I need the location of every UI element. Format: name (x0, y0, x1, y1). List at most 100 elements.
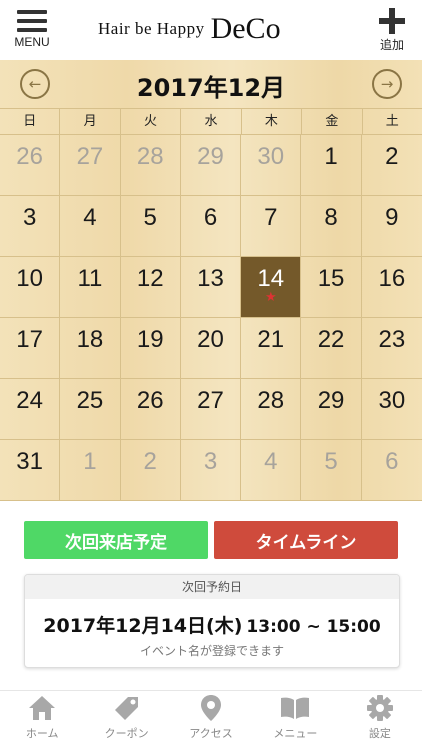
app-logo: Hair be Happy DeCo (98, 12, 328, 52)
calendar-day[interactable]: 28 (120, 135, 181, 196)
calendar-day[interactable]: 1 (301, 135, 362, 196)
logo-name: DeCo (210, 12, 281, 45)
day-number: 9 (385, 204, 399, 231)
timeline-button[interactable]: タイムライン (214, 521, 398, 559)
day-number: 4 (83, 204, 97, 231)
calendar-day[interactable]: 29 (180, 135, 242, 196)
map-pin-icon (169, 691, 253, 725)
day-number: 16 (378, 265, 406, 292)
calendar-day[interactable]: 24 (0, 379, 61, 440)
calendar-day[interactable]: 25 (60, 379, 121, 440)
calendar-day[interactable]: 5 (120, 196, 181, 257)
calendar-day[interactable]: 16 (361, 257, 422, 318)
day-number: 3 (22, 204, 37, 231)
calendar-day[interactable]: 3 (180, 440, 242, 501)
day-number: 21 (257, 326, 285, 353)
calendar-day[interactable]: 18 (60, 318, 121, 379)
day-number: 2 (143, 448, 157, 475)
calendar-day[interactable]: 21 (241, 318, 302, 379)
next-visit-button[interactable]: 次回来店予定 (24, 521, 208, 559)
day-number: 29 (317, 387, 345, 414)
weekday-label: 木 (242, 109, 303, 135)
calendar-day[interactable]: 30 (241, 135, 302, 196)
menu-button[interactable]: MENU (8, 6, 56, 54)
arrow-right-icon: → (380, 75, 394, 93)
event-star-icon: ★ (264, 289, 277, 304)
day-number: 11 (77, 265, 103, 292)
day-number: 8 (324, 204, 338, 231)
calendar-day[interactable]: 10 (0, 257, 61, 318)
calendar-day[interactable]: 28 (241, 379, 302, 440)
calendar-day[interactable]: 2 (361, 135, 422, 196)
calendar-day[interactable]: 23 (361, 318, 422, 379)
weekday-label: 土 (385, 114, 399, 129)
calendar-day[interactable]: 22 (301, 318, 362, 379)
calendar-day[interactable]: 26 (120, 379, 181, 440)
calendar-day[interactable]: 13 (180, 257, 242, 318)
calendar-day[interactable]: 29 (301, 379, 362, 440)
weekday-row: 日 月 火 水 木 金 土 (0, 108, 422, 135)
calendar-day[interactable]: 7 (241, 196, 302, 257)
day-number: 2 (385, 143, 399, 170)
reservation-datetime: 2017年12月14日(木) 13:00 ~ 15:00 (25, 611, 399, 638)
day-number: 30 (378, 387, 406, 414)
reservation-date: 2017年12月14日(木) (43, 615, 243, 637)
day-number: 28 (257, 387, 285, 414)
plus-icon (379, 8, 405, 34)
action-buttons: 次回来店予定 タイムライン (24, 521, 398, 559)
calendar-day[interactable]: 9 (361, 196, 422, 257)
next-month-button[interactable]: → (372, 69, 402, 99)
day-number: 1 (324, 143, 338, 170)
calendar-header: ← 2017年12月 → (0, 60, 422, 108)
calendar-day[interactable]: 15 (301, 257, 362, 318)
calendar-day[interactable]: 4 (241, 440, 302, 501)
nav-item-home[interactable]: ホーム (0, 691, 84, 751)
calendar-day[interactable]: 2 (120, 440, 181, 501)
reservation-card[interactable]: 次回予約日 2017年12月14日(木) 13:00 ~ 15:00 イベント名が… (24, 574, 400, 668)
day-number: 4 (264, 448, 278, 475)
calendar-day[interactable]: 20 (180, 318, 242, 379)
day-number: 30 (257, 143, 285, 170)
add-button[interactable]: 追加 (370, 6, 414, 54)
day-number: 27 (76, 143, 104, 170)
gear-icon (338, 691, 422, 725)
calendar-day[interactable]: 4 (60, 196, 121, 257)
weekday-label: 金 (302, 109, 363, 135)
calendar-day[interactable]: 5 (301, 440, 362, 501)
day-number: 28 (136, 143, 164, 170)
calendar-day[interactable]: 6 (361, 440, 422, 501)
calendar-day[interactable]: 17 (0, 318, 61, 379)
nav-item-access[interactable]: アクセス (169, 691, 253, 751)
day-number: 15 (317, 265, 345, 292)
calendar-day[interactable]: 1 (60, 440, 121, 501)
day-number: 26 (136, 387, 164, 414)
calendar-day[interactable]: 8 (301, 196, 362, 257)
calendar-day[interactable]: 12 (120, 257, 181, 318)
nav-item-coupon[interactable]: クーポン (84, 691, 168, 751)
calendar-day[interactable]: 3 (0, 196, 61, 257)
day-number: 19 (136, 326, 164, 353)
calendar-day[interactable]: 26 (0, 135, 61, 196)
calendar-day[interactable]: 6 (180, 196, 242, 257)
weekday-label: 月 (60, 109, 121, 135)
calendar-day[interactable]: 31 (0, 440, 61, 501)
calendar-day[interactable]: 19 (120, 318, 181, 379)
nav-item-settings[interactable]: 設定 (338, 691, 422, 751)
day-number: 13 (197, 265, 224, 292)
day-number: 6 (385, 448, 399, 475)
calendar-day[interactable]: 30 (361, 379, 422, 440)
add-label: 追加 (379, 38, 404, 52)
nav-item-menu[interactable]: メニュー (253, 691, 337, 751)
calendar-day[interactable]: 27 (60, 135, 121, 196)
nav-label: 設定 (368, 727, 391, 740)
calendar-day[interactable]: 27 (180, 379, 242, 440)
month-title: 2017年12月 (136, 74, 286, 102)
day-number: 23 (378, 326, 406, 353)
calendar-day-selected[interactable]: 14 ★ (241, 257, 302, 318)
calendar-day[interactable]: 11 (60, 257, 121, 318)
calendar: ← 2017年12月 → 日 月 火 水 木 金 土 26 27 28 29 30 1 2 3… (0, 60, 422, 501)
day-number: 6 (203, 204, 218, 231)
book-icon (253, 691, 337, 725)
day-number: 26 (16, 143, 43, 170)
day-number: 31 (16, 448, 43, 475)
